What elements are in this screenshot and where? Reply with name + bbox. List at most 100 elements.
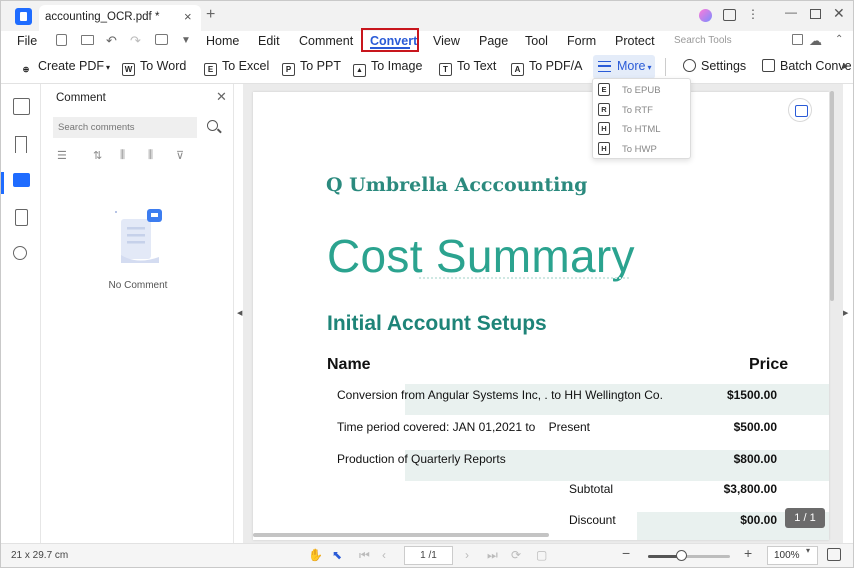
zoom-slider-thumb[interactable] — [676, 550, 687, 561]
filter-icon[interactable]: ⊽ — [176, 149, 190, 162]
fullscreen-icon[interactable] — [827, 548, 841, 561]
pdf-page: Q Umbrella Acccounting Cost Summary Init… — [253, 92, 829, 540]
image-icon: ▲ — [353, 64, 366, 77]
page-size-label: 21 x 29.7 cm — [11, 550, 69, 561]
hand-tool-icon[interactable]: ✋ — [308, 548, 323, 562]
sort-order-icon[interactable]: ⇅ — [93, 149, 107, 162]
menu-item-to-rtf[interactable]: R To RTF — [593, 100, 690, 120]
to-text-label: To Text — [457, 59, 497, 73]
settings-button[interactable]: Settings — [683, 59, 746, 73]
menu-edit[interactable]: Edit — [258, 34, 280, 48]
fit-page-icon[interactable]: ▢ — [536, 548, 547, 562]
zoom-in-icon[interactable]: + — [744, 545, 752, 561]
close-icon[interactable]: ✕ — [216, 89, 227, 105]
minimize-icon[interactable]: — — [785, 5, 797, 19]
collapse-panel-icon[interactable]: ◀ — [237, 309, 242, 317]
document-tab[interactable]: accounting_OCR.pdf * × — [39, 5, 201, 31]
menu-tool[interactable]: Tool — [525, 34, 548, 48]
cloud-upload-icon[interactable]: ☁ — [809, 33, 822, 49]
chevron-down-icon: ▾ — [106, 63, 111, 72]
menu-item-label: To HWP — [622, 144, 657, 155]
section-heading: Initial Account Setups — [327, 312, 547, 335]
menu-view[interactable]: View — [433, 34, 460, 48]
comment-icon[interactable] — [13, 173, 30, 187]
menu-item-to-html[interactable]: H To HTML — [593, 119, 690, 139]
close-window-icon[interactable]: ✕ — [833, 5, 845, 22]
left-sidebar-rail — [1, 84, 41, 544]
select-tool-icon[interactable]: ⬉ — [332, 548, 342, 562]
column-header-price: Price — [749, 356, 789, 373]
table-row-price: $1500.00 — [726, 388, 777, 402]
discount-label: Discount — [569, 513, 616, 527]
status-bar: 21 x 29.7 cm ✋ ⬉ ⏮ ‹ 1 /1 › ⏭ ⟳ ▢ − + 10… — [1, 543, 853, 567]
first-page-icon[interactable]: ⏮ — [359, 548, 370, 563]
zoom-level-select[interactable]: 100% — [767, 546, 818, 565]
save-icon[interactable] — [56, 34, 67, 46]
menu-item-to-epub[interactable]: E To EPUB — [593, 80, 690, 100]
to-word-button[interactable]: W To Word — [122, 59, 186, 76]
new-tab-icon[interactable]: + — [206, 6, 215, 24]
subtotal-value: $3,800.00 — [723, 482, 777, 496]
to-image-button[interactable]: ▲ To Image — [353, 59, 422, 77]
filter-author-icon[interactable]: ⫼ — [120, 149, 134, 161]
previous-page-icon[interactable]: ‹ — [382, 548, 386, 562]
to-excel-label: To Excel — [222, 59, 270, 73]
create-pdf-label: Create PDF — [38, 59, 104, 73]
batch-convert-button[interactable]: Batch Conve — [762, 59, 852, 73]
expand-right-panel-icon[interactable]: ▶ — [843, 309, 848, 317]
toolbar-scroll-right-icon[interactable]: ▸ — [843, 59, 849, 72]
search-comments-input[interactable] — [53, 117, 197, 138]
column-header-name: Name — [327, 356, 371, 373]
next-page-icon[interactable]: › — [465, 548, 469, 562]
feedback-icon[interactable] — [723, 9, 736, 21]
search-tools-input[interactable]: Search Tools — [674, 35, 732, 46]
more-menu-icon — [598, 61, 611, 72]
last-page-icon[interactable]: ⏭ — [487, 548, 498, 563]
print-icon[interactable] — [155, 34, 168, 45]
sort-icon[interactable]: ☰ — [57, 149, 71, 162]
comment-panel: Comment ✕ ☰ ⇅ ⫼ ⫼ ⊽ No Comment — [42, 84, 234, 544]
menu-home[interactable]: Home — [206, 34, 239, 48]
to-text-button[interactable]: T To Text — [439, 59, 496, 76]
share-icon[interactable] — [792, 34, 803, 45]
document-viewport: Q Umbrella Acccounting Cost Summary Init… — [243, 84, 843, 544]
to-pdfa-label: To PDF/A — [529, 59, 583, 73]
rotate-page-icon[interactable]: ⟳ — [511, 548, 521, 562]
to-excel-button[interactable]: E To Excel — [204, 59, 269, 76]
pdfa-icon: A — [511, 63, 524, 76]
page-number-input[interactable]: 1 /1 — [404, 546, 453, 565]
more-options-icon[interactable]: ⋮ — [747, 7, 759, 21]
menu-protect[interactable]: Protect — [615, 34, 655, 48]
email-icon[interactable] — [81, 35, 94, 45]
undo-icon[interactable]: ↶ — [106, 33, 117, 49]
thumbnails-icon[interactable] — [13, 98, 30, 115]
quick-access-dropdown-icon[interactable]: ▼ — [181, 35, 191, 46]
search-icon[interactable] — [207, 120, 218, 131]
to-ppt-button[interactable]: P To PPT — [282, 59, 341, 76]
ai-assistant-icon[interactable] — [788, 98, 812, 122]
file-menu[interactable]: File — [17, 34, 37, 48]
menu-page[interactable]: Page — [479, 34, 508, 48]
bookmark-icon[interactable] — [15, 136, 27, 153]
to-image-label: To Image — [371, 59, 423, 73]
avatar[interactable] — [699, 9, 712, 22]
menu-item-to-hwp[interactable]: H To HWP — [593, 139, 690, 159]
vertical-scrollbar[interactable] — [830, 91, 834, 301]
filter-type-icon[interactable]: ⫼ — [148, 149, 162, 161]
attachment-icon[interactable] — [15, 209, 28, 226]
collapse-ribbon-icon[interactable]: ⌃ — [835, 34, 843, 45]
excel-icon: E — [204, 63, 217, 76]
create-pdf-icon: ⊕ — [22, 65, 30, 74]
maximize-icon[interactable] — [810, 9, 821, 19]
zoom-out-icon[interactable]: − — [622, 545, 630, 561]
redo-icon[interactable]: ↷ — [130, 33, 141, 49]
tab-close-icon[interactable]: × — [184, 9, 192, 24]
ocr-artifact — [419, 277, 629, 279]
horizontal-scrollbar[interactable] — [253, 533, 549, 537]
menu-form[interactable]: Form — [567, 34, 596, 48]
to-pdfa-button[interactable]: A To PDF/A — [511, 59, 583, 76]
menu-comment[interactable]: Comment — [299, 34, 353, 48]
search-icon[interactable] — [13, 246, 27, 260]
chevron-down-icon[interactable]: ▾ — [806, 546, 810, 555]
create-pdf-button[interactable]: ⊕ Create PDF ▾ — [19, 59, 110, 77]
